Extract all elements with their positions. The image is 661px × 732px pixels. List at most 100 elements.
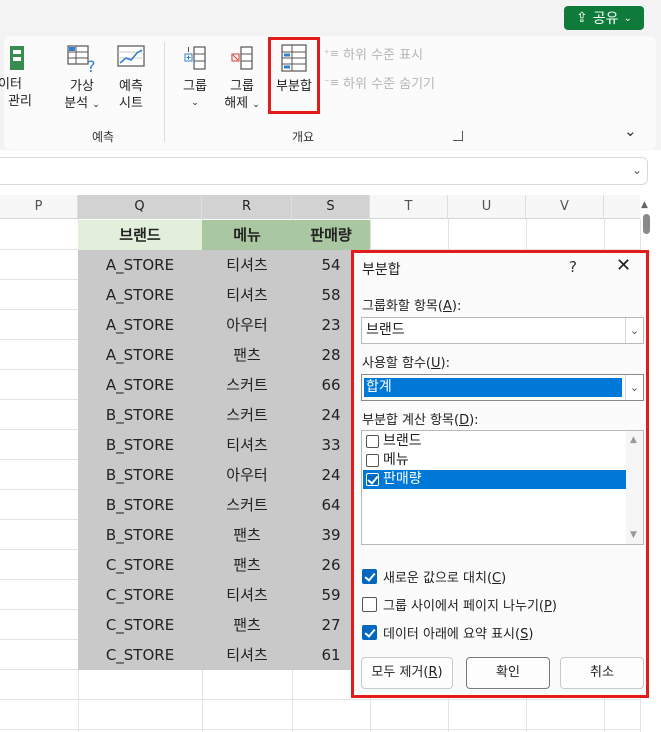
data-tools-line1: 이터 bbox=[0, 77, 22, 92]
vertical-scrollbar[interactable] bbox=[643, 214, 650, 234]
remove-all-button[interactable]: 모두 제거(R) bbox=[361, 657, 453, 689]
hide-detail-button[interactable]: ⁻≡ 하위 수준 숨기기 bbox=[324, 73, 435, 92]
what-if-icon: ? bbox=[67, 45, 96, 74]
forecast-line2: 시트 bbox=[119, 96, 143, 111]
column-header-s[interactable]: S bbox=[292, 195, 370, 219]
share-button[interactable]: ⇪ 공유 ⌄ bbox=[564, 6, 644, 30]
chevron-down-icon: ⌄ bbox=[623, 12, 632, 24]
add-subtotal-label: 부분합 계산 항목(D): bbox=[362, 413, 479, 428]
subtotal-highlight bbox=[268, 37, 320, 114]
show-detail-button[interactable]: ⁺≡ 하위 수준 표시 bbox=[324, 44, 423, 63]
table-cell[interactable]: 티셔츠 bbox=[202, 580, 292, 610]
add-subtotal-list[interactable]: 브랜드 메뉴 판매량 ▲ ▼ bbox=[361, 430, 644, 545]
checkbox-sales[interactable] bbox=[366, 473, 379, 486]
chevron-down-icon[interactable]: ⌄ bbox=[625, 375, 643, 400]
column-header-u[interactable]: U bbox=[448, 195, 526, 219]
group-by-value: 브랜드 bbox=[366, 322, 405, 338]
row-gridline bbox=[0, 729, 640, 730]
table-cell[interactable]: A_STORE bbox=[78, 310, 202, 340]
table-cell[interactable]: C_STORE bbox=[78, 610, 202, 640]
ok-button[interactable]: 확인 bbox=[466, 657, 550, 689]
function-label: 사용할 함수(U): bbox=[362, 356, 450, 371]
table-cell[interactable]: 아우터 bbox=[202, 310, 292, 340]
what-if-analysis-button[interactable]: ? 가상 분석 ⌄ bbox=[60, 44, 104, 114]
summary-below-option[interactable]: 데이터 아래에 요약 표시(S) bbox=[362, 623, 533, 642]
scroll-up-icon[interactable]: ▲ bbox=[630, 435, 637, 445]
chevron-down-icon[interactable]: ⌄ bbox=[625, 318, 643, 343]
group-by-label: 그룹화할 항목(A): bbox=[362, 299, 462, 314]
scroll-down-icon[interactable]: ▼ bbox=[630, 530, 637, 540]
table-cell[interactable]: 팬츠 bbox=[202, 550, 292, 580]
ungroup-button[interactable]: 그룹 해제 ⌄ bbox=[222, 44, 262, 114]
list-item-sales[interactable]: 판매량 bbox=[363, 470, 626, 489]
table-cell[interactable]: B_STORE bbox=[78, 460, 202, 490]
table-cell[interactable]: 스커트 bbox=[202, 370, 292, 400]
cancel-button[interactable]: 취소 bbox=[560, 657, 644, 689]
column-header-p[interactable]: P bbox=[0, 195, 78, 219]
group-label: 그룹 bbox=[183, 79, 207, 94]
summary-below-checkbox[interactable] bbox=[362, 625, 377, 640]
table-cell[interactable]: B_STORE bbox=[78, 400, 202, 430]
ungroup-icon bbox=[231, 46, 253, 70]
share-icon: ⇪ bbox=[576, 10, 588, 26]
ungroup-line1: 그룹 bbox=[230, 79, 254, 94]
checkbox-menu[interactable] bbox=[366, 454, 379, 467]
group-by-select[interactable]: 브랜드 ⌄ bbox=[361, 317, 644, 344]
table-cell[interactable]: 스커트 bbox=[202, 490, 292, 520]
share-label: 공유 bbox=[592, 11, 619, 27]
data-tools-icon bbox=[10, 46, 24, 70]
table-cell[interactable]: C_STORE bbox=[78, 640, 202, 670]
table-cell[interactable]: C_STORE bbox=[78, 550, 202, 580]
collapse-ribbon-icon[interactable]: ⌄ bbox=[624, 122, 637, 140]
header-brand[interactable]: 브랜드 bbox=[78, 220, 202, 250]
close-button[interactable]: ✕ bbox=[616, 255, 631, 276]
table-cell[interactable]: B_STORE bbox=[78, 520, 202, 550]
column-header-q[interactable]: Q bbox=[78, 195, 202, 219]
replace-current-checkbox[interactable] bbox=[362, 569, 377, 584]
header-sales[interactable]: 판매량 bbox=[292, 220, 370, 250]
forecast-sheet-button[interactable]: 예측 시트 bbox=[110, 44, 152, 112]
column-header-r[interactable]: R bbox=[202, 195, 292, 219]
function-select[interactable]: 합계 ⌄ bbox=[361, 374, 644, 401]
list-item-menu[interactable]: 메뉴 bbox=[363, 451, 626, 470]
table-cell[interactable]: 팬츠 bbox=[202, 520, 292, 550]
checkbox-brand[interactable] bbox=[366, 435, 379, 448]
dialog-launcher-icon[interactable] bbox=[453, 131, 463, 141]
table-cell[interactable]: 스커트 bbox=[202, 400, 292, 430]
table-cell[interactable]: 티셔츠 bbox=[202, 250, 292, 280]
list-item-brand[interactable]: 브랜드 bbox=[363, 432, 626, 451]
ungroup-line2: 해제 ⌄ bbox=[224, 96, 260, 111]
replace-current-option[interactable]: 새로운 값으로 대치(C) bbox=[362, 567, 506, 586]
data-tools-button[interactable]: 이터 관리 bbox=[0, 44, 38, 110]
table-cell[interactable]: A_STORE bbox=[78, 340, 202, 370]
column-header-v[interactable]: V bbox=[526, 195, 604, 219]
formula-bar[interactable] bbox=[0, 157, 648, 185]
hide-detail-label: 하위 수준 숨기기 bbox=[343, 77, 436, 92]
table-cell[interactable]: A_STORE bbox=[78, 250, 202, 280]
page-break-option[interactable]: 그룹 사이에서 페이지 나누기(P) bbox=[362, 595, 557, 614]
table-cell[interactable]: B_STORE bbox=[78, 490, 202, 520]
column-header-t[interactable]: T bbox=[370, 195, 448, 219]
help-button[interactable]: ? bbox=[569, 258, 577, 276]
list-item-label: 브랜드 bbox=[383, 433, 422, 449]
show-detail-label: 하위 수준 표시 bbox=[343, 48, 424, 63]
table-cell[interactable]: A_STORE bbox=[78, 370, 202, 400]
table-cell[interactable]: 팬츠 bbox=[202, 340, 292, 370]
ribbon: ⇪ 공유 ⌄ 이터 관리 ? 가상 분석 ⌄ 예측 시트 예측 그룹 ⌄ 그룹 … bbox=[0, 0, 661, 150]
dialog-title: 부분합 bbox=[362, 262, 401, 278]
table-cell[interactable]: 티셔츠 bbox=[202, 430, 292, 460]
page-break-checkbox[interactable] bbox=[362, 597, 377, 612]
table-cell[interactable]: 아우터 bbox=[202, 460, 292, 490]
group-button[interactable]: 그룹 ⌄ bbox=[176, 44, 214, 112]
header-menu[interactable]: 메뉴 bbox=[202, 220, 292, 250]
hide-detail-icon: ⁻≡ bbox=[324, 76, 340, 89]
table-cell[interactable]: 티셔츠 bbox=[202, 280, 292, 310]
table-cell[interactable]: 티셔츠 bbox=[202, 640, 292, 670]
expand-formula-bar-icon[interactable]: ⌄ bbox=[632, 163, 642, 177]
list-scrollbar[interactable]: ▲ ▼ bbox=[626, 431, 643, 544]
table-cell[interactable]: 팬츠 bbox=[202, 610, 292, 640]
table-cell[interactable]: B_STORE bbox=[78, 430, 202, 460]
table-cell[interactable]: C_STORE bbox=[78, 580, 202, 610]
scroll-up-icon[interactable]: ▲ bbox=[641, 200, 648, 210]
table-cell[interactable]: A_STORE bbox=[78, 280, 202, 310]
